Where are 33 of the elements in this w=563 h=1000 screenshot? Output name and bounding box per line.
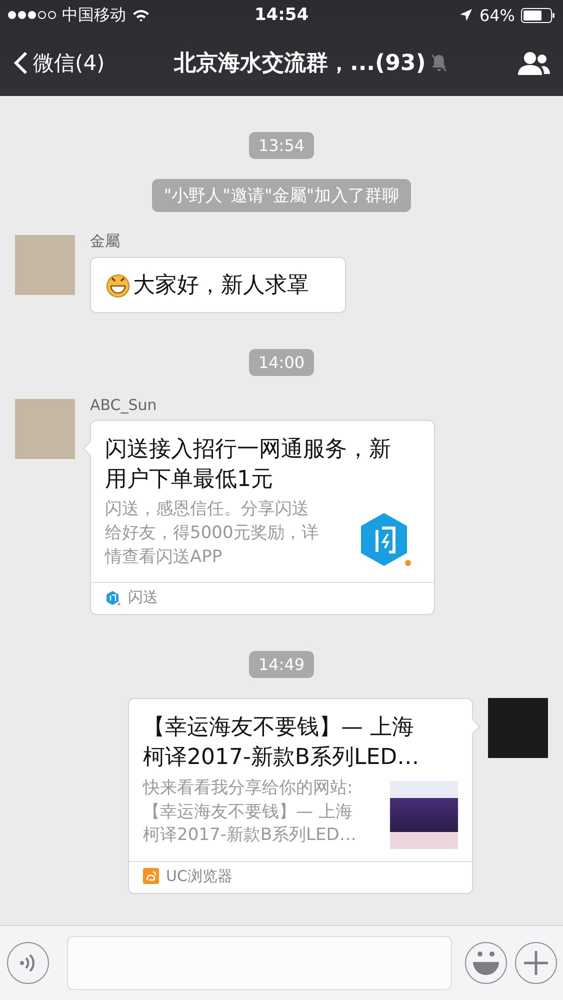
webpage-thumbnail-placeholder: [390, 780, 458, 849]
group-members-button[interactable]: [517, 50, 551, 76]
battery-icon: [521, 8, 555, 22]
link-title: 闪送接入招行一网通服务，新用户下单最低1元: [105, 436, 392, 494]
chevron-left-icon: [14, 51, 28, 75]
source-app-name: UC浏览器: [166, 866, 232, 886]
timestamp: 13:54: [249, 132, 314, 159]
location-arrow-icon: [459, 8, 474, 22]
link-description: 快来看看我分享给你的网站:【幸运海友不要钱】— 上海柯译2017-新款B系列LED…: [143, 776, 358, 848]
system-notice: "小野人"邀请"金屬"加入了群聊: [152, 179, 412, 212]
hexagon-logo-icon: [105, 590, 121, 606]
chat-title: 北京海水交流群，...(93): [174, 50, 426, 78]
wifi-icon: [132, 8, 150, 22]
voice-button[interactable]: [7, 942, 49, 984]
battery-percent: 64%: [479, 6, 515, 24]
back-button[interactable]: 微信(4): [14, 49, 105, 77]
plus-icon: [523, 950, 549, 976]
timestamp: 14:00: [249, 349, 314, 376]
link-description: 闪送，感恩信任。分享闪送给好友，得5000元奖励，详情查看闪送APP: [105, 498, 320, 569]
add-button[interactable]: [515, 942, 557, 984]
sender-name: ABC_Sun: [90, 396, 158, 414]
source-app-name: 闪送: [128, 588, 158, 608]
smiley-face-icon: [471, 950, 501, 976]
message-text: 大家好，新人求罩: [133, 272, 309, 300]
signal-icon: [8, 11, 56, 19]
emoji-button[interactable]: [465, 942, 507, 984]
timestamp: 14:49: [249, 651, 314, 678]
sender-name: 金屬: [90, 232, 121, 251]
link-title: 【幸运海友不要钱】— 上海柯译2017-新款B系列LED…: [143, 714, 420, 772]
message-bubble[interactable]: 大家好，新人求罩: [90, 257, 346, 313]
clock-time: 14:54: [254, 5, 309, 25]
message-input-field[interactable]: [67, 936, 452, 990]
carrier-name: 中国移动: [62, 4, 126, 26]
